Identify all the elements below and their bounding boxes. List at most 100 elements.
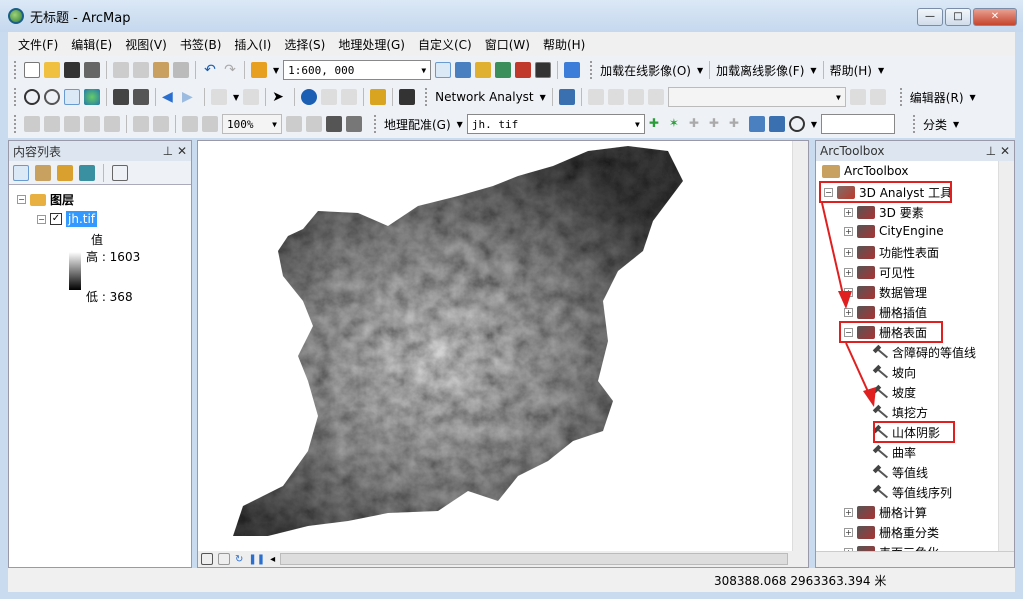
- toolset-item[interactable]: + 栅格计算: [844, 504, 927, 521]
- menu-item[interactable]: 帮助(H): [543, 36, 585, 53]
- data-driven-pages-icon[interactable]: [346, 116, 362, 132]
- layers-group[interactable]: − 图层: [17, 191, 74, 208]
- menu-item[interactable]: 窗口(W): [485, 36, 530, 53]
- create-network-location-icon[interactable]: [587, 89, 604, 105]
- zoom-whole-page-icon[interactable]: [84, 116, 100, 132]
- cut-icon[interactable]: [113, 62, 129, 78]
- layout-view-icon[interactable]: [218, 553, 230, 565]
- arctoolbox-icon[interactable]: [515, 62, 532, 78]
- network-identify-icon[interactable]: [869, 89, 886, 105]
- georef-layer-combo[interactable]: jh. tif ▼: [466, 114, 645, 134]
- delete-link-icon[interactable]: ✚: [729, 116, 745, 132]
- clear-selection-icon[interactable]: [243, 89, 260, 105]
- layout-zoom-in-icon[interactable]: [24, 116, 40, 132]
- editor-menu[interactable]: 编辑器(R): [910, 89, 964, 106]
- select-elements-icon[interactable]: ➤: [272, 89, 288, 105]
- link-table-icon[interactable]: [768, 116, 785, 132]
- pan-icon[interactable]: [64, 89, 80, 105]
- options-icon[interactable]: [112, 164, 128, 181]
- python-window-icon[interactable]: [535, 62, 552, 78]
- close-button[interactable]: ✕: [973, 8, 1017, 26]
- toolbox-horizontal-scrollbar[interactable]: [816, 551, 1014, 567]
- toolbar-grip[interactable]: [14, 61, 17, 79]
- zoom-to-link-icon[interactable]: ✚: [709, 116, 725, 132]
- pin-icon[interactable]: ⊥: [163, 144, 173, 158]
- solve-icon[interactable]: [647, 89, 664, 105]
- forward-extent-icon[interactable]: ▶: [182, 89, 198, 105]
- fixed-zoom-in-icon[interactable]: [113, 89, 129, 105]
- load-online-imagery-menu[interactable]: 加载在线影像(O): [600, 62, 691, 79]
- rotate-angle-input[interactable]: [820, 114, 895, 134]
- pause-drawing-icon[interactable]: ❚❚: [248, 554, 265, 565]
- network-analyst-menu[interactable]: Network Analyst: [435, 90, 533, 104]
- delete-icon[interactable]: [173, 62, 189, 78]
- toc-close-icon[interactable]: ✕: [177, 144, 187, 158]
- next-extent-layout-icon[interactable]: [202, 116, 218, 132]
- select-link-icon[interactable]: ✚: [689, 116, 705, 132]
- menu-item[interactable]: 自定义(C): [418, 36, 472, 53]
- directions-icon[interactable]: [627, 89, 644, 105]
- rotate-icon[interactable]: [788, 116, 805, 132]
- layer-jh-tif[interactable]: − ✓ jh.tif: [37, 211, 98, 227]
- measure-icon[interactable]: [370, 89, 387, 105]
- add-data-icon[interactable]: [251, 62, 267, 78]
- undo-icon[interactable]: ↶: [202, 62, 218, 78]
- full-extent-icon[interactable]: [84, 89, 100, 105]
- menu-item[interactable]: 插入(I): [234, 36, 271, 53]
- layout-zoom-out-icon[interactable]: [44, 116, 60, 132]
- expand-icon[interactable]: +: [844, 508, 853, 517]
- print-icon[interactable]: [84, 62, 100, 78]
- map-view[interactable]: ↻ ❚❚ ◂: [197, 140, 809, 568]
- find-icon[interactable]: [399, 89, 416, 105]
- tool-item[interactable]: 曲率: [872, 444, 916, 461]
- menu-item[interactable]: 地理处理(G): [338, 36, 405, 53]
- data-view-icon[interactable]: [201, 553, 213, 565]
- select-features-icon[interactable]: [211, 89, 227, 105]
- save-icon[interactable]: [64, 62, 80, 78]
- list-by-selection-icon[interactable]: [79, 164, 95, 181]
- back-extent-icon[interactable]: ◀: [162, 89, 178, 105]
- collapse-icon[interactable]: −: [37, 214, 46, 224]
- open-folder-icon[interactable]: [44, 62, 60, 78]
- editor-toolbar-icon[interactable]: [435, 62, 452, 78]
- fixed-zoom-out-icon[interactable]: [133, 89, 149, 105]
- menu-item[interactable]: 视图(V): [125, 36, 167, 53]
- toolbox-vertical-scrollbar[interactable]: [998, 161, 1014, 551]
- html-popup-icon[interactable]: [341, 89, 358, 105]
- tool-item[interactable]: 等值线序列: [872, 484, 952, 501]
- list-by-visibility-icon[interactable]: [57, 164, 73, 181]
- expand-icon[interactable]: +: [844, 528, 853, 537]
- paste-icon[interactable]: [153, 62, 169, 78]
- layer-visibility-checkbox[interactable]: ✓: [50, 213, 62, 225]
- classification-menu[interactable]: 分类: [923, 116, 947, 133]
- toolset-item[interactable]: +表面三角化: [844, 544, 939, 551]
- menu-item[interactable]: 文件(F): [18, 36, 58, 53]
- toc-window-icon[interactable]: [455, 62, 472, 78]
- change-layout-icon[interactable]: [326, 116, 342, 132]
- minimize-button[interactable]: —: [917, 8, 943, 26]
- network-layer-combo[interactable]: ▼: [667, 87, 846, 107]
- build-network-icon[interactable]: [849, 89, 866, 105]
- help-menu-toolbar[interactable]: 帮助(H): [830, 62, 872, 79]
- menu-item[interactable]: 选择(S): [284, 36, 325, 53]
- collapse-icon[interactable]: −: [17, 195, 26, 204]
- tool-item[interactable]: 等值线: [872, 464, 928, 481]
- focus-data-frame-icon[interactable]: [306, 116, 322, 132]
- modelbuilder-icon[interactable]: [564, 62, 581, 78]
- layer-name[interactable]: jh.tif: [66, 211, 98, 227]
- map-horizontal-scrollbar[interactable]: [280, 553, 788, 565]
- redo-icon[interactable]: ↷: [222, 62, 238, 78]
- list-by-source-icon[interactable]: [35, 164, 51, 181]
- load-offline-imagery-menu[interactable]: 加载离线影像(F): [716, 62, 804, 79]
- identify-icon[interactable]: [301, 89, 318, 105]
- catalog-icon[interactable]: [475, 62, 492, 78]
- layout-pan-icon[interactable]: [64, 116, 80, 132]
- select-move-location-icon[interactable]: [607, 89, 624, 105]
- list-by-drawing-order-icon[interactable]: [13, 164, 29, 181]
- scroll-left-icon[interactable]: ◂: [270, 554, 275, 565]
- new-document-icon[interactable]: [24, 62, 40, 78]
- fixed-zoom-out-layout-icon[interactable]: [153, 116, 169, 132]
- refresh-icon[interactable]: ↻: [235, 554, 243, 565]
- maximize-button[interactable]: □: [945, 8, 971, 26]
- fixed-zoom-in-layout-icon[interactable]: [133, 116, 149, 132]
